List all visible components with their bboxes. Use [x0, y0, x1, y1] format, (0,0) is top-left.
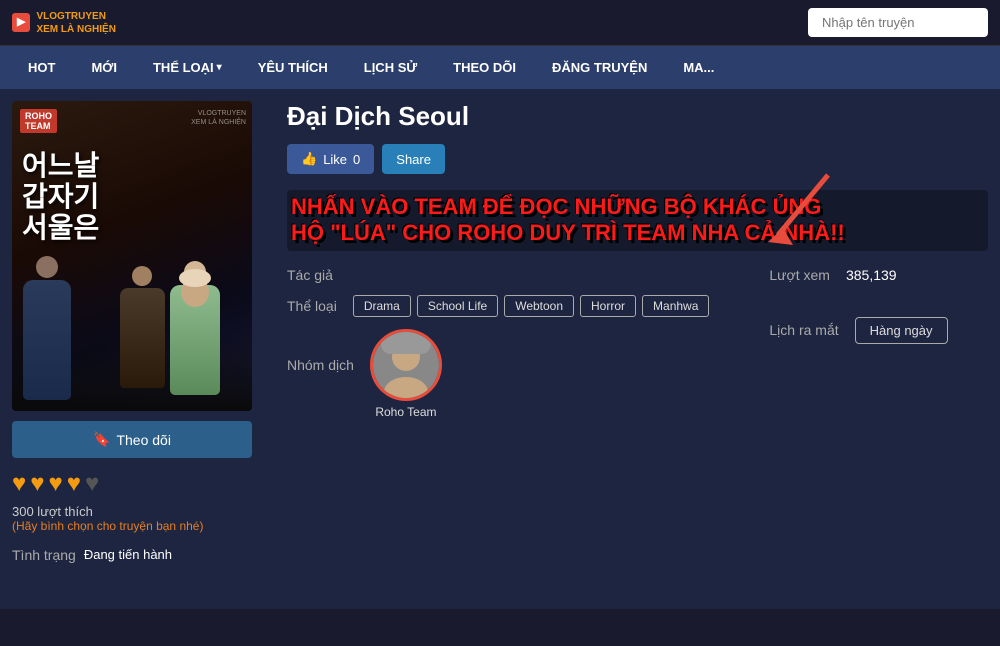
tag-schoollife[interactable]: School Life: [417, 295, 498, 317]
info-left: Tác giả Thể loại Drama School Life Webto…: [287, 267, 709, 419]
cover-badge: ROHOTEAM: [20, 109, 57, 133]
search-input[interactable]: [808, 8, 988, 37]
logo[interactable]: ▶ VLOGTRUYEN XEM LÀ NGHIỆN: [12, 10, 116, 36]
right-panel: Đại Dịch Seoul 👍 Like 0 Share NHẤN VÀO T…: [267, 101, 988, 597]
info-right: Lượt xem 385,139 Lịch ra mắt Hàng ngày: [769, 267, 969, 344]
like-count: 0: [353, 152, 360, 167]
avatar-svg: [373, 332, 439, 398]
nav-item-theloai[interactable]: THỂ LOẠI ▾: [135, 46, 240, 89]
status-value: Đang tiến hành: [84, 547, 172, 563]
nav-item-hot[interactable]: HOT: [10, 46, 73, 89]
views-count: 385,139: [846, 267, 897, 283]
share-label: Share: [396, 152, 431, 167]
cover-korean-text: 어느날갑자기서울은: [22, 151, 99, 243]
group-name: Roho Team: [375, 405, 436, 419]
nav-item-yeuthich[interactable]: YÊU THÍCH: [240, 46, 346, 89]
group-avatar-circle: [370, 329, 442, 401]
nav-item-dangtryen[interactable]: ĐĂNG TRUYỆN: [534, 46, 665, 89]
tag-manhwa[interactable]: Manhwa: [642, 295, 709, 317]
follow-label: Theo dõi: [116, 432, 170, 448]
promo-text-line1: NHẤN VÀO TEAM ĐỂ ĐỌC NHỮNG BỘ KHÁC ỦNG H…: [291, 194, 984, 247]
bookmark-icon: 🔖: [93, 431, 110, 448]
cover-image: ROHOTEAM VLOGTRUYEN XEM LÀ NGHIỆN 어느날갑자기…: [12, 101, 252, 411]
group-label: Nhóm dịch: [287, 329, 354, 373]
release-label: Lịch ra mắt: [769, 322, 838, 338]
nav-item-moi[interactable]: MỚI: [73, 46, 135, 89]
views-label: Lượt xem: [769, 267, 830, 283]
star-1[interactable]: ♥: [12, 470, 26, 498]
genre-label: Thể loại: [287, 298, 337, 314]
chevron-down-icon: ▾: [217, 62, 222, 73]
thumb-up-icon: 👍: [301, 151, 317, 167]
like-button[interactable]: 👍 Like 0: [287, 144, 374, 174]
main-content: ROHOTEAM VLOGTRUYEN XEM LÀ NGHIỆN 어느날갑자기…: [0, 89, 1000, 609]
nav: HOT MỚI THỂ LOẠI ▾ YÊU THÍCH LỊCH SỬ THE…: [0, 46, 1000, 89]
follow-button[interactable]: 🔖 Theo dõi: [12, 421, 252, 458]
action-buttons: 👍 Like 0 Share: [287, 144, 988, 174]
release-section: Lịch ra mắt Hàng ngày: [769, 317, 969, 344]
nav-item-theodoi[interactable]: THEO DÕI: [435, 46, 534, 89]
tag-drama[interactable]: Drama: [353, 295, 411, 317]
star-3[interactable]: ♥: [49, 470, 63, 498]
author-label: Tác giả: [287, 267, 333, 283]
promo-arrow: [748, 170, 848, 250]
logo-icon: ▶: [12, 13, 30, 32]
logo-line1: VLOGTRUYEN: [36, 10, 115, 23]
likes-text: 300 lượt thích (Hãy bình chọn cho truyện…: [12, 504, 267, 533]
like-label: Like: [323, 152, 347, 167]
status-label: Tình trạng: [12, 547, 76, 563]
promo-banner: NHẤN VÀO TEAM ĐỂ ĐỌC NHỮNG BỘ KHÁC ỦNG H…: [287, 190, 988, 251]
manga-title: Đại Dịch Seoul: [287, 101, 988, 132]
left-panel: ROHOTEAM VLOGTRUYEN XEM LÀ NGHIỆN 어느날갑자기…: [12, 101, 267, 597]
nav-item-lichsu[interactable]: LỊCH SỬ: [346, 46, 435, 89]
logo-line2: XEM LÀ NGHIỆN: [36, 23, 115, 36]
logo-text: VLOGTRUYEN XEM LÀ NGHIỆN: [36, 10, 115, 36]
likes-vote-text: (Hãy bình chọn cho truyện bạn nhé): [12, 519, 267, 533]
tag-horror[interactable]: Horror: [580, 295, 636, 317]
cover-watermark: VLOGTRUYEN XEM LÀ NGHIỆN: [191, 109, 246, 127]
star-2[interactable]: ♥: [30, 470, 44, 498]
share-button[interactable]: Share: [382, 144, 445, 174]
group-avatar[interactable]: Roho Team: [370, 329, 442, 419]
genre-tags: Drama School Life Webtoon Horror Manhwa: [353, 295, 710, 317]
views-section: Lượt xem 385,139: [769, 267, 969, 283]
star-5[interactable]: ♥: [85, 470, 99, 498]
nav-item-more[interactable]: MA...: [665, 46, 732, 89]
likes-count: 300 lượt thích: [12, 504, 93, 519]
release-badge: Hàng ngày: [855, 317, 948, 344]
status-row: Tình trạng Đang tiến hành: [12, 547, 267, 563]
cover-art: 어느날갑자기서울은: [12, 101, 252, 411]
stars-row: ♥ ♥ ♥ ♥ ♥: [12, 470, 267, 498]
header: ▶ VLOGTRUYEN XEM LÀ NGHIỆN: [0, 0, 1000, 46]
star-4[interactable]: ♥: [67, 470, 81, 498]
tag-webtoon[interactable]: Webtoon: [504, 295, 574, 317]
